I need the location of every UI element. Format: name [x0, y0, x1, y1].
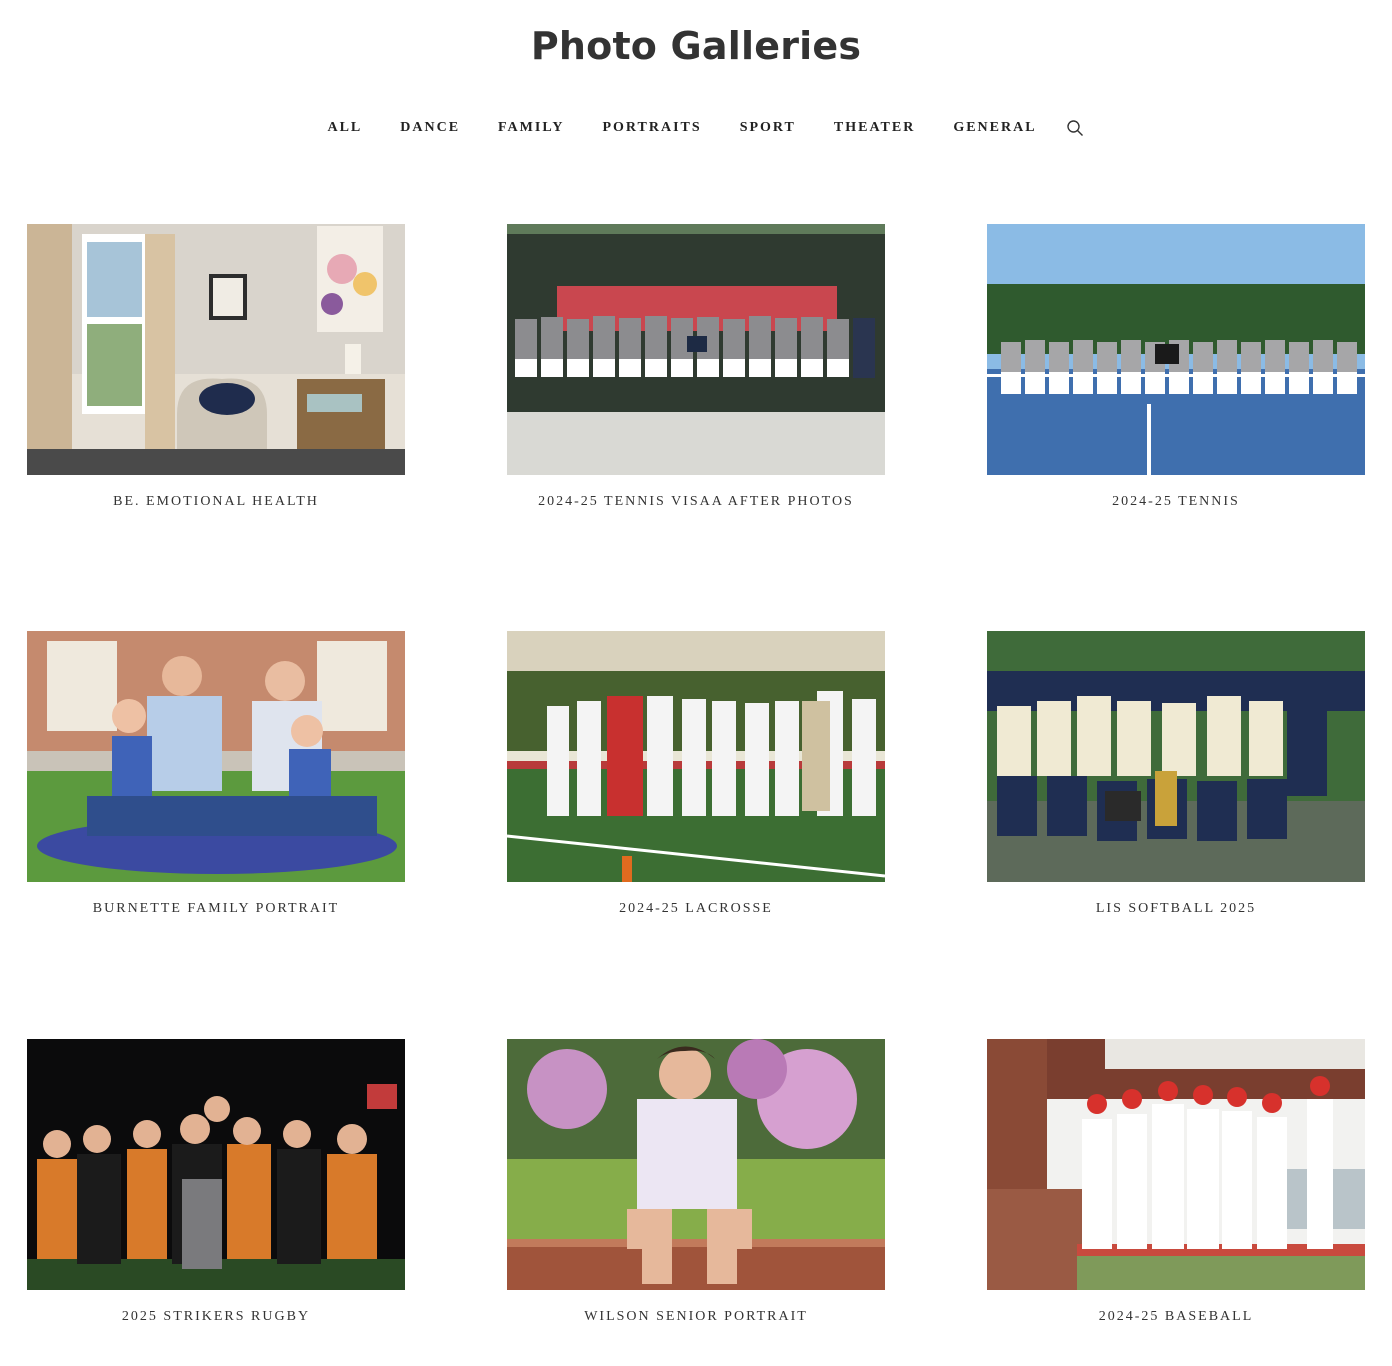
gallery-title[interactable]: LIS SOFTBALL 2025 — [987, 901, 1365, 917]
gallery-thumbnail[interactable] — [507, 1039, 885, 1290]
gallery-title[interactable]: 2024-25 TENNIS VISAA AFTER PHOTOS — [507, 494, 885, 510]
gallery-title[interactable]: 2024-25 LACROSSE — [507, 901, 885, 917]
gallery-title[interactable]: BE. EMOTIONAL HEALTH — [27, 494, 405, 510]
nav-item-sport[interactable]: SPORT — [740, 120, 796, 136]
gallery-title[interactable]: 2024-25 BASEBALL — [987, 1309, 1365, 1325]
gallery-thumbnail[interactable] — [507, 224, 885, 475]
gallery-title[interactable]: 2025 STRIKERS RUGBY — [27, 1309, 405, 1325]
nav-item-family[interactable]: FAMILY — [498, 120, 564, 136]
gallery-title[interactable]: BURNETTE FAMILY PORTRAIT — [27, 901, 405, 917]
gallery-card[interactable]: BE. EMOTIONAL HEALTH — [27, 224, 405, 510]
gallery-thumbnail[interactable] — [507, 631, 885, 882]
nav-item-all[interactable]: ALL — [327, 120, 362, 136]
gallery-thumbnail[interactable] — [27, 224, 405, 475]
gallery-card[interactable]: 2025 STRIKERS RUGBY — [27, 1039, 405, 1325]
gallery-thumbnail[interactable] — [987, 1039, 1365, 1290]
category-nav: ALL DANCE FAMILY PORTRAITS SPORT THEATER… — [0, 119, 1392, 137]
gallery-card[interactable]: 2024-25 TENNIS — [987, 224, 1365, 510]
nav-item-general[interactable]: GENERAL — [953, 120, 1036, 136]
gallery-card[interactable]: WILSON SENIOR PORTRAIT — [507, 1039, 885, 1325]
gallery-card[interactable]: BURNETTE FAMILY PORTRAIT — [27, 631, 405, 917]
nav-item-theater[interactable]: THEATER — [834, 120, 915, 136]
search-icon[interactable] — [1066, 119, 1084, 137]
gallery-title[interactable]: 2024-25 TENNIS — [987, 494, 1365, 510]
gallery-thumbnail[interactable] — [987, 224, 1365, 475]
gallery-card[interactable]: 2024-25 LACROSSE — [507, 631, 885, 917]
nav-item-dance[interactable]: DANCE — [400, 120, 460, 136]
gallery-thumbnail[interactable] — [27, 631, 405, 882]
gallery-card[interactable]: 2024-25 BASEBALL — [987, 1039, 1365, 1325]
gallery-title[interactable]: WILSON SENIOR PORTRAIT — [507, 1309, 885, 1325]
page-title: Photo Galleries — [530, 24, 862, 68]
gallery-card[interactable]: LIS SOFTBALL 2025 — [987, 631, 1365, 917]
gallery-thumbnail[interactable] — [987, 631, 1365, 882]
gallery-thumbnail[interactable] — [27, 1039, 405, 1290]
nav-item-portraits[interactable]: PORTRAITS — [602, 120, 701, 136]
gallery-card[interactable]: 2024-25 TENNIS VISAA AFTER PHOTOS — [507, 224, 885, 510]
